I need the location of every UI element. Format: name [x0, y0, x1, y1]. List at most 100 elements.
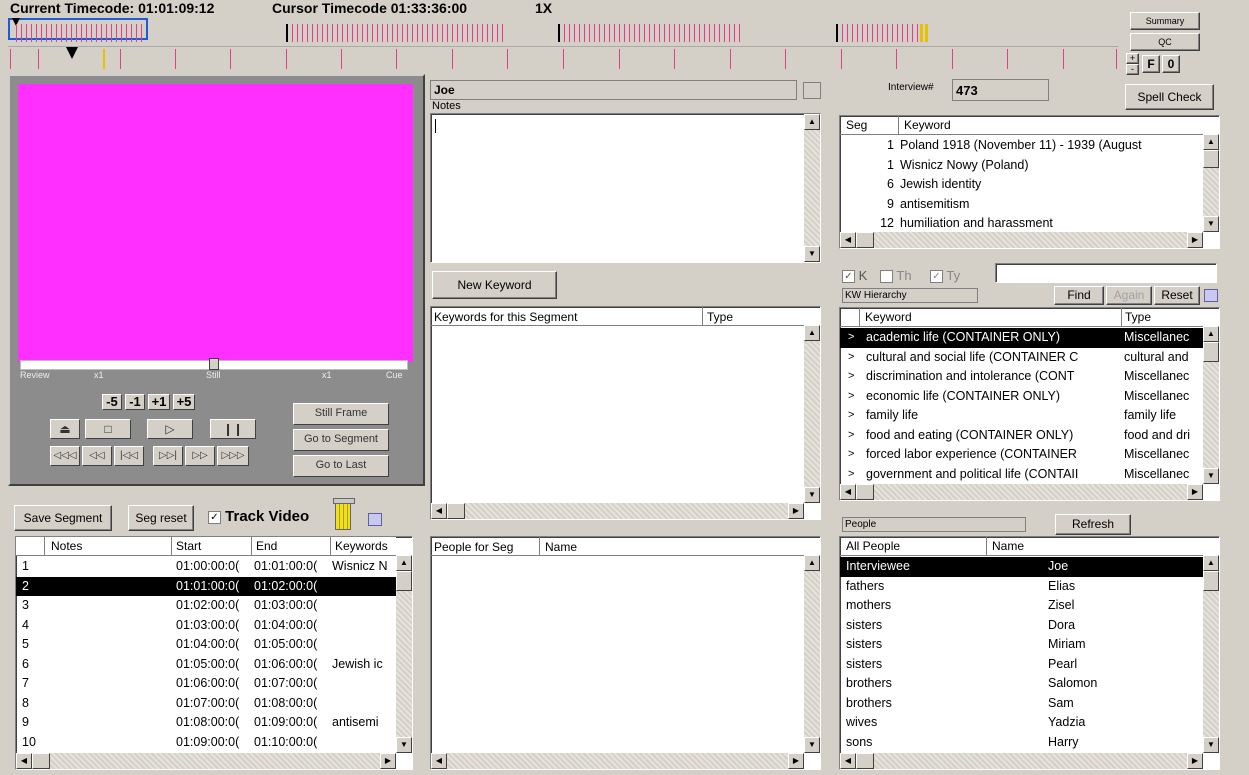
list-item[interactable]: > economic life (CONTAINER ONLY) Miscellan…: [840, 387, 1203, 407]
col-name[interactable]: Name: [545, 540, 577, 554]
list-item[interactable]: 6 Jewish identity: [840, 175, 1203, 195]
table-row[interactable]: 3 01:02:00:0(01:03:00:0(: [16, 596, 396, 616]
list-item[interactable]: > discrimination and intolerance (CONT Mis…: [840, 367, 1203, 387]
expand-icon[interactable]: >: [848, 445, 854, 465]
list-item[interactable]: sisters Miriam: [840, 635, 1203, 655]
notes-scroll-up-icon[interactable]: ▲: [804, 114, 820, 130]
segment-vscroll[interactable]: ▲ ▼: [396, 555, 412, 753]
list-item[interactable]: > cultural and social life (CONTAINER C cu…: [840, 348, 1203, 368]
segment-hscroll[interactable]: ◀ ▶: [16, 753, 396, 769]
reset-button[interactable]: Reset: [1154, 286, 1200, 305]
stop-button[interactable]: □: [85, 419, 131, 439]
trash-icon[interactable]: [332, 498, 355, 530]
step-minus5-button[interactable]: -5: [102, 394, 122, 410]
hier-scroll-left-icon[interactable]: ◀: [840, 484, 856, 500]
kwseg-scroll-left-icon[interactable]: ◀: [431, 503, 447, 519]
scroll-left-icon[interactable]: ◀: [16, 753, 32, 769]
segment-keywords-table[interactable]: Keywords for this Segment Type ▲ ▼ ◀ ▶: [430, 306, 821, 520]
zoom-in-button[interactable]: +: [1126, 53, 1139, 64]
shuttle-thumb[interactable]: [209, 358, 219, 370]
zoom-out-button[interactable]: -: [1126, 64, 1139, 75]
list-item[interactable]: Interviewee Joe: [840, 557, 1203, 577]
table-row[interactable]: 4 01:03:00:0(01:04:00:0(: [16, 616, 396, 636]
scroll-right-icon[interactable]: ▶: [380, 753, 396, 769]
o-button[interactable]: 0: [1162, 55, 1180, 73]
kwseg-scroll-up-icon[interactable]: ▲: [804, 325, 820, 341]
list-item[interactable]: > forced labor experience (CONTAINER Misce…: [840, 445, 1203, 465]
segment-timeline[interactable]: [8, 16, 1118, 46]
list-item[interactable]: sons Harry: [840, 733, 1203, 753]
shuttle-slider[interactable]: [20, 358, 408, 370]
step-plus5-button[interactable]: +5: [173, 394, 195, 410]
hier-scroll-right-icon[interactable]: ▶: [1187, 484, 1203, 500]
col-start[interactable]: Start: [176, 539, 201, 553]
list-item[interactable]: mothers Zisel: [840, 596, 1203, 616]
frame-forward-button[interactable]: ▷▷|: [153, 446, 183, 466]
segkw-scroll-down-icon[interactable]: ▼: [1203, 216, 1219, 232]
table-row[interactable]: 1 01:00:00:0(01:01:00:0(Wisnicz N: [16, 557, 396, 577]
col-people-for-seg[interactable]: People for Seg: [434, 540, 513, 554]
hierarchy-options-icon[interactable]: [1204, 289, 1218, 302]
people-scroll-right-icon[interactable]: ▶: [1187, 753, 1203, 769]
filter-k-checkbox[interactable]: ✓ K: [842, 268, 867, 284]
kwseg-scroll-down-icon[interactable]: ▼: [804, 487, 820, 503]
people-scroll-down-icon[interactable]: ▼: [1203, 737, 1219, 753]
hier-scroll-up-icon[interactable]: ▲: [1203, 326, 1219, 342]
expand-icon[interactable]: >: [848, 406, 854, 426]
list-item[interactable]: 9 antisemitism: [840, 195, 1203, 215]
col-people-name[interactable]: Name: [992, 539, 1024, 553]
pseg-scroll-right-icon[interactable]: ▶: [788, 753, 804, 769]
refresh-button[interactable]: Refresh: [1055, 514, 1131, 535]
rewind-fast-button[interactable]: ◁◁◁: [50, 446, 80, 466]
list-item[interactable]: wives Yadzia: [840, 713, 1203, 733]
segment-options-icon[interactable]: [368, 513, 382, 526]
frame-back-button[interactable]: |◁◁: [114, 446, 144, 466]
list-item[interactable]: > government and political life (CONTAII M…: [840, 465, 1203, 485]
kwseg-scroll-right-icon[interactable]: ▶: [788, 503, 804, 519]
col-keyword[interactable]: Keyword: [904, 118, 951, 132]
pause-button[interactable]: ❙❙: [210, 419, 256, 439]
col-end[interactable]: End: [256, 539, 277, 553]
pseg-scroll-left-icon[interactable]: ◀: [431, 753, 447, 769]
eject-button[interactable]: ⏏: [50, 419, 80, 439]
find-button[interactable]: Find: [1054, 286, 1104, 305]
new-keyword-button[interactable]: New Keyword: [432, 271, 557, 299]
filter-ty-checkbox[interactable]: ✓ Ty: [930, 268, 960, 284]
col-notes[interactable]: Notes: [51, 539, 82, 553]
step-plus1-button[interactable]: +1: [148, 394, 170, 410]
scroll-down-icon[interactable]: ▼: [396, 737, 412, 753]
table-row[interactable]: 6 01:05:00:0(01:06:00:0(Jewish ic: [16, 655, 396, 675]
table-row[interactable]: 10 01:09:00:0(01:10:00:0(: [16, 733, 396, 753]
list-item[interactable]: 1 Wisnicz Nowy (Poland): [840, 156, 1203, 176]
list-item[interactable]: > food and eating (CONTAINER ONLY) food an…: [840, 426, 1203, 446]
keyword-hierarchy-list[interactable]: Keyword Type > academic life (CONTAINER O…: [839, 307, 1220, 501]
name-field[interactable]: Joe: [430, 80, 797, 100]
seg-reset-button[interactable]: Seg reset: [128, 505, 194, 531]
expand-icon[interactable]: >: [848, 465, 854, 485]
pseg-scroll-up-icon[interactable]: ▲: [804, 555, 820, 571]
play-button[interactable]: ▷: [147, 419, 193, 439]
summary-button[interactable]: Summary: [1130, 12, 1200, 30]
notes-textarea[interactable]: ▲ ▼: [430, 113, 821, 263]
col-seg[interactable]: Seg: [846, 118, 867, 132]
save-segment-button[interactable]: Save Segment: [14, 505, 112, 531]
all-people-list[interactable]: All People Name Interviewee Joe fathers Eli…: [839, 536, 1220, 770]
qc-button[interactable]: QC: [1130, 33, 1200, 51]
list-item[interactable]: brothers Sam: [840, 694, 1203, 714]
col-segment-keywords[interactable]: Keywords for this Segment: [434, 310, 577, 324]
people-for-seg-table[interactable]: People for Seg Name ▲ ▼ ◀ ▶: [430, 536, 821, 770]
list-item[interactable]: sisters Dora: [840, 616, 1203, 636]
table-row[interactable]: 8 01:07:00:0(01:08:00:0(: [16, 694, 396, 714]
col-all-people[interactable]: All People: [846, 539, 900, 553]
segkw-scroll-up-icon[interactable]: ▲: [1203, 134, 1219, 150]
f-button[interactable]: F: [1142, 55, 1160, 73]
hier-scroll-down-icon[interactable]: ▼: [1203, 468, 1219, 484]
col-hier-type[interactable]: Type: [1125, 310, 1151, 324]
interview-number-field[interactable]: 473: [952, 79, 1049, 101]
table-row[interactable]: 9 01:08:00:0(01:09:00:0(antisemi: [16, 713, 396, 733]
col-keywords[interactable]: Keywords: [335, 539, 388, 553]
name-option-box[interactable]: [803, 82, 821, 99]
expand-icon[interactable]: >: [848, 348, 854, 368]
segkw-scroll-right-icon[interactable]: ▶: [1187, 232, 1203, 248]
forward-fast-button[interactable]: ▷▷▷: [217, 446, 249, 466]
